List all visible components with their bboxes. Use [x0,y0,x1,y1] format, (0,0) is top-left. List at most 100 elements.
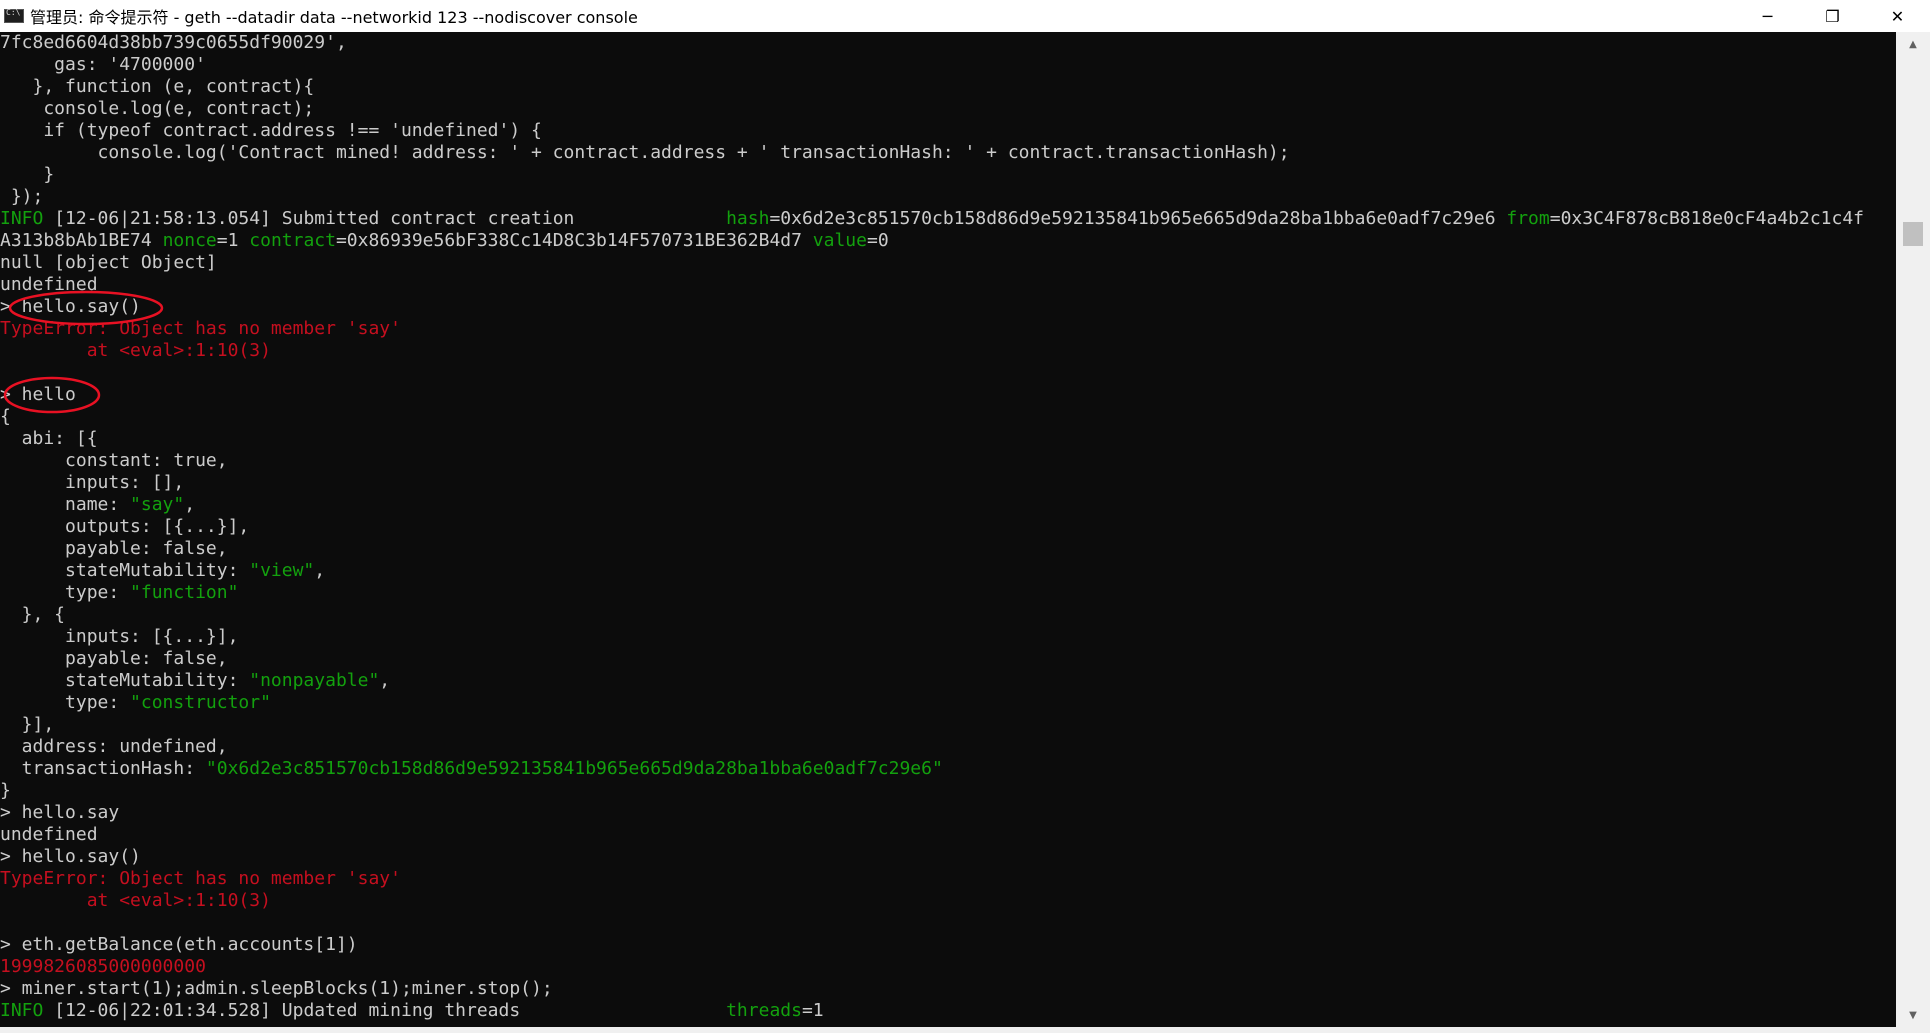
title-bar[interactable]: 管理员: 命令提示符 - geth --datadir data --netwo… [0,0,1930,32]
console-output[interactable]: 7fc8ed6604d38bb739c0655df90029', gas: '4… [0,32,1896,1033]
console-line: 1999826085000000000 [0,956,1896,978]
console-line: constant: true, [0,450,1896,472]
console-text: 1999826085000000000 [0,956,206,977]
console-line: > hello.say [0,802,1896,824]
console-line: undefined [0,824,1896,846]
console-line: at <eval>:1:10(3) [0,890,1896,912]
console-text: "function" [130,582,239,603]
console-text: , [379,670,391,691]
console-text: at <eval>:1:10(3) [0,340,271,361]
console-text: console.log(e, contract); [0,98,315,119]
console-text: stateMutability: [0,670,250,691]
console-line: { [0,406,1896,428]
console-text: > hello.say() [0,846,141,867]
console-text: "view" [249,560,315,581]
minimize-button[interactable]: ─ [1735,0,1800,32]
console-text: INFO [0,208,44,229]
console-text: }, function (e, contract){ [0,76,315,97]
scroll-thumb[interactable] [1903,222,1923,246]
console-text: value [812,230,867,251]
console-text: type: [0,692,131,713]
console-text: > hello.say [0,802,120,823]
console-text: [12-06|21:58:13.054] Submitted contract … [43,208,727,229]
console-text: contract [249,230,336,251]
console-text: stateMutability: [0,560,250,581]
close-button[interactable]: ✕ [1865,0,1930,32]
restore-icon: ❐ [1825,6,1840,26]
cmd-icon [4,8,24,23]
maximize-button[interactable]: ❐ [1800,0,1865,32]
console-text: "0x6d2e3c851570cb158d86d9e592135841b965e… [205,758,943,779]
console-text: > eth.getBalance(eth.accounts[1]) [0,934,358,955]
console-text: threads [726,1000,802,1021]
console-text: address: undefined, [0,736,228,757]
console-line: inputs: [], [0,472,1896,494]
console-line: > eth.getBalance(eth.accounts[1]) [0,934,1896,956]
console-line: > miner.start(1);admin.sleepBlocks(1);mi… [0,978,1896,1000]
horizontal-scrollbar[interactable] [0,1027,1930,1033]
console-text: at <eval>:1:10(3) [0,890,271,911]
console-text: > hello.say() [0,296,141,317]
console-text: type: [0,582,131,603]
console-text: , [184,494,196,515]
console-text: =1 [216,230,250,251]
console-line: address: undefined, [0,736,1896,758]
scroll-down-icon[interactable]: ▼ [1896,1003,1930,1027]
console-line: A313b8bAb1BE74 nonce=1 contract=0x86939e… [0,230,1896,252]
console-line: at <eval>:1:10(3) [0,340,1896,362]
console-text: hash [726,208,770,229]
console-text: from [1506,208,1550,229]
console-line: }, function (e, contract){ [0,76,1896,98]
console-text: =0x86939e56bF338Cc14D8C3b14F570731BE362B… [335,230,813,251]
console-text: outputs: [{...}], [0,516,250,537]
console-line: INFO [12-06|22:01:34.528] Updated mining… [0,1000,1896,1022]
console-line: > hello.say() [0,846,1896,868]
console-text: }], [0,714,55,735]
console-text: [12-06|22:01:34.528] Updated mining thre… [43,1000,727,1021]
console-text: inputs: [], [0,472,185,493]
console-text: INFO [0,1000,44,1021]
console-line: null [object Object] [0,252,1896,274]
console-text: =0x3C4F878cB818e0cF4a4b2c1c4f [1549,208,1865,229]
console-line: if (typeof contract.address !== 'undefin… [0,120,1896,142]
minimize-icon: ─ [1762,6,1773,26]
console-line: TypeError: Object has no member 'say' [0,868,1896,890]
console-text: if (typeof contract.address !== 'undefin… [0,120,542,141]
console-line: INFO [12-06|21:58:13.054] Submitted cont… [0,208,1896,230]
console-text: name: [0,494,131,515]
console-text: console.log('Contract mined! address: ' … [0,142,1290,163]
console-text: "say" [130,494,185,515]
console-text: abi: [{ [0,428,98,449]
console-line: }], [0,714,1896,736]
console-text: payable: false, [0,648,228,669]
console-text: null [object Object] [0,252,217,273]
console-line: stateMutability: "view", [0,560,1896,582]
close-icon: ✕ [1890,6,1905,26]
console-text: TypeError: Object has no member 'say' [0,318,401,339]
console-line: type: "constructor" [0,692,1896,714]
console-line: console.log('Contract mined! address: ' … [0,142,1896,164]
console-text: > miner.start(1);admin.sleepBlocks(1);mi… [0,978,553,999]
console-line: payable: false, [0,648,1896,670]
console-text: { [0,406,11,427]
console-text: undefined [0,274,98,295]
console-line: undefined [0,274,1896,296]
scroll-up-icon[interactable]: ▲ [1896,32,1930,56]
console-line: > hello.say() [0,296,1896,318]
console-text: nonce [162,230,217,251]
console-line: } [0,164,1896,186]
console-text: 7fc8ed6604d38bb739c0655df90029', [0,32,347,53]
console-text: "constructor" [130,692,271,713]
console-line: > hello [0,384,1896,406]
vertical-scrollbar[interactable]: ▲ ▼ [1896,32,1930,1027]
window-controls: ─ ❐ ✕ [1735,0,1930,32]
console-text: transactionHash: [0,758,206,779]
console-text: } [0,164,55,185]
console-text: inputs: [{...}], [0,626,239,647]
console-text: }); [0,186,44,207]
console-text: A313b8bAb1BE74 [0,230,163,251]
console-line: gas: '4700000' [0,54,1896,76]
console-text: , [314,560,326,581]
